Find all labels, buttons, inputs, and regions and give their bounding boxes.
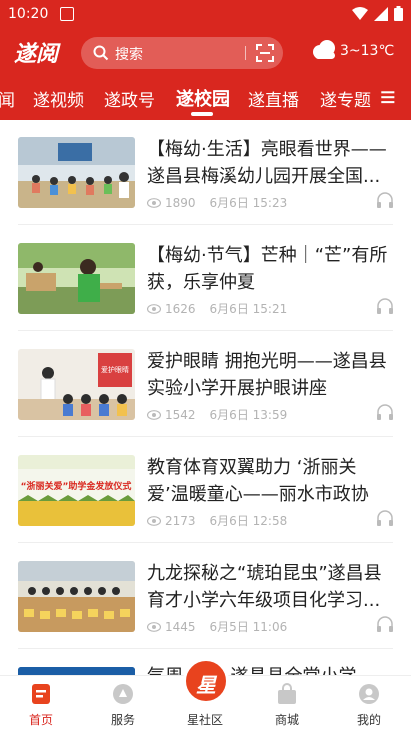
channel-tabs: 闻 遂视频 遂政号 遂校园 遂直播 遂专题 — [0, 74, 411, 120]
thumb-banner-text: “浙丽关爱”助学金发放仪式 — [21, 480, 132, 492]
divider — [18, 224, 393, 225]
news-meta: 1445 6月5日 11:06 — [147, 618, 287, 635]
search-bar[interactable]: 搜索 — [81, 37, 283, 69]
news-date: 6月5日 11:06 — [209, 620, 288, 634]
services-icon — [113, 684, 133, 704]
news-meta: 1542 6月6日 13:59 — [147, 406, 287, 423]
notification-app-icon — [60, 7, 74, 21]
cloud-weather-icon[interactable] — [310, 39, 338, 61]
star-community-icon: 星 — [196, 673, 216, 697]
tab-news-partial[interactable]: 闻 — [0, 86, 15, 111]
nav-label: 我的 — [356, 713, 381, 727]
search-placeholder[interactable]: 搜索 — [115, 44, 143, 64]
news-date: 6月6日 15:21 — [209, 302, 288, 316]
status-time: 10:20 — [8, 6, 49, 22]
news-date: 6月6日 12:58 — [209, 514, 288, 528]
news-views: 1890 — [165, 195, 196, 210]
news-item[interactable]: 【梅幼·生活】亮眼看世界——遂昌县梅溪幼儿园开展全国... 1890 6月6日 … — [0, 120, 411, 226]
eye-icon — [147, 303, 161, 314]
news-thumbnail[interactable] — [18, 667, 135, 675]
status-icons — [352, 6, 403, 21]
nav-label: 商城 — [274, 713, 299, 727]
news-thumbnail[interactable] — [18, 137, 135, 208]
news-title[interactable]: 九龙探秘之“琥珀昆虫”遂昌县育才小学六年级项目化学习... — [147, 560, 392, 612]
news-thumbnail[interactable]: 爱护眼睛 — [18, 349, 135, 420]
news-meta: 1890 6月6日 15:23 — [147, 194, 287, 211]
news-views: 1542 — [165, 407, 196, 422]
nav-profile[interactable]: 我的 — [328, 676, 410, 732]
news-title[interactable]: 教育体育双翼助力 ‘浙丽关爱’温暖童心——丽水市政协走... — [147, 454, 392, 506]
status-bar: 10:20 — [0, 0, 411, 30]
eye-icon — [147, 409, 161, 420]
menu-icon[interactable] — [374, 88, 396, 106]
signal-icon — [374, 6, 388, 21]
star-community-button[interactable]: 星 — [183, 658, 229, 704]
news-views: 2173 — [165, 513, 196, 528]
search-icon — [93, 45, 109, 61]
tab-special[interactable]: 遂专题 — [320, 86, 371, 111]
news-thumbnail[interactable] — [18, 243, 135, 314]
nav-mall[interactable]: 商城 — [246, 676, 328, 732]
divider — [18, 330, 393, 331]
profile-icon — [359, 684, 379, 704]
divider — [18, 648, 393, 649]
news-date: 6月6日 13:59 — [209, 408, 288, 422]
news-title[interactable]: 【梅幼·生活】亮眼看世界——遂昌县梅溪幼儿园开展全国... — [147, 136, 392, 188]
news-views: 1445 — [165, 619, 196, 634]
nav-label: 首页 — [28, 713, 53, 727]
home-icon — [32, 684, 50, 704]
divider — [18, 436, 393, 437]
news-meta: 2173 6月6日 12:58 — [147, 512, 287, 529]
news-item[interactable]: 九龙探秘之“琥珀昆虫”遂昌县育才小学六年级项目化学习... 1445 6月5日 … — [0, 544, 411, 650]
divider — [18, 542, 393, 543]
news-item[interactable]: 爱护眼睛 爱护眼睛 拥抱光明——遂昌县实验小学开展护眼讲座 1542 6月6日 … — [0, 332, 411, 438]
shopping-bag-icon — [278, 683, 296, 704]
headphones-icon[interactable] — [376, 510, 394, 526]
search-divider — [245, 46, 246, 60]
weather-temperature[interactable]: 3~13℃ — [340, 43, 394, 59]
headphones-icon[interactable] — [376, 404, 394, 420]
news-thumbnail[interactable] — [18, 561, 135, 632]
nav-label: 服务 — [110, 713, 135, 727]
headphones-icon[interactable] — [376, 192, 394, 208]
nav-home[interactable]: 首页 — [0, 676, 82, 732]
news-views: 1626 — [165, 301, 196, 316]
news-item[interactable]: “浙丽关爱”助学金发放仪式 教育体育双翼助力 ‘浙丽关爱’温暖童心——丽水市政协… — [0, 438, 411, 544]
app-header: 遂阅 搜索 3~13℃ — [0, 30, 411, 74]
eye-icon — [147, 515, 161, 526]
wifi-icon — [352, 6, 368, 20]
app-logo[interactable]: 遂阅 — [14, 36, 58, 68]
headphones-icon[interactable] — [376, 616, 394, 632]
battery-icon — [394, 6, 403, 21]
nav-services[interactable]: 服务 — [82, 676, 164, 732]
news-title[interactable]: 【梅幼·节气】芒种｜“芒”有所获，乐享仲夏 — [147, 242, 392, 294]
scan-icon[interactable] — [256, 44, 274, 62]
tab-live[interactable]: 遂直播 — [248, 86, 299, 111]
active-tab-indicator — [191, 112, 213, 116]
eye-icon — [147, 197, 161, 208]
headphones-icon[interactable] — [376, 298, 394, 314]
news-thumbnail[interactable]: “浙丽关爱”助学金发放仪式 — [18, 455, 135, 526]
tab-government[interactable]: 遂政号 — [104, 86, 155, 111]
news-title[interactable]: 爱护眼睛 拥抱光明——遂昌县实验小学开展护眼讲座 — [147, 348, 392, 400]
nav-label: 星社区 — [186, 713, 223, 727]
news-item[interactable]: 【梅幼·节气】芒种｜“芒”有所获，乐享仲夏 1626 6月6日 15:21 — [0, 226, 411, 332]
eye-icon — [147, 621, 161, 632]
tab-video[interactable]: 遂视频 — [33, 86, 84, 111]
tab-campus[interactable]: 遂校园 — [176, 85, 230, 111]
news-meta: 1626 6月6日 15:21 — [147, 300, 287, 317]
news-date: 6月6日 15:23 — [209, 196, 288, 210]
thumb-banner-text: 爱护眼睛 — [101, 365, 129, 374]
news-list: 【梅幼·生活】亮眼看世界——遂昌县梅溪幼儿园开展全国... 1890 6月6日 … — [0, 120, 411, 675]
